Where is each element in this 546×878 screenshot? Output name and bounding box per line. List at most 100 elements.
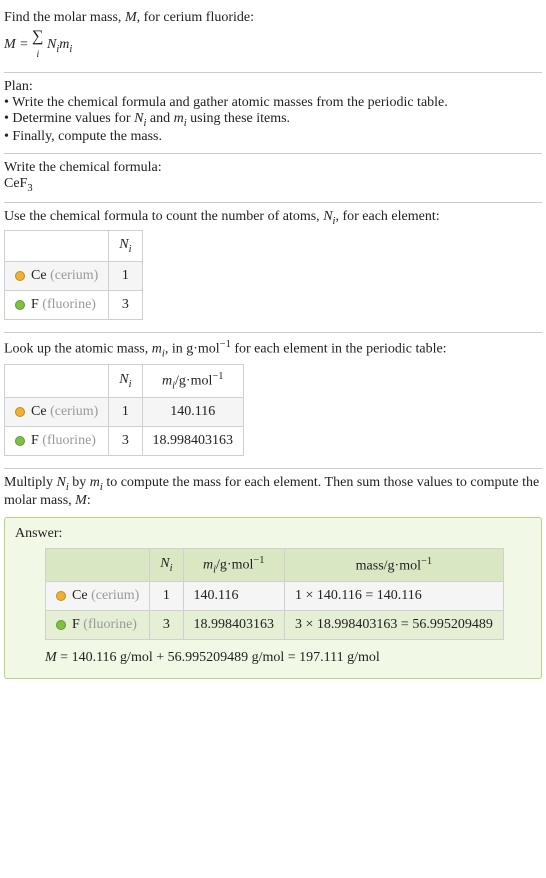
header-blank bbox=[46, 548, 150, 581]
header-N-text: N bbox=[119, 372, 128, 387]
n-value: 3 bbox=[109, 291, 142, 320]
header-m-unit-sup: −1 bbox=[212, 371, 223, 382]
count-title-suffix: , for each element: bbox=[335, 209, 439, 224]
mass-value: 1 × 140.116 = 140.116 bbox=[285, 582, 504, 611]
table-header-row: Ni mi/g·mol−1 bbox=[5, 364, 244, 397]
multiply-M: M bbox=[75, 493, 87, 508]
answer-title: Answer: bbox=[15, 526, 531, 542]
element-swatch-ce bbox=[15, 271, 25, 281]
plan-var-m: m bbox=[174, 111, 184, 126]
m-value: 18.998403163 bbox=[183, 611, 285, 640]
table-row: F (fluorine) 3 bbox=[5, 291, 143, 320]
molar-result: M = 140.116 g/mol + 56.995209489 g/mol =… bbox=[45, 650, 531, 666]
write-title: Write the chemical formula: bbox=[4, 160, 542, 176]
element-label: (cerium) bbox=[91, 588, 139, 603]
n-value: 1 bbox=[109, 398, 142, 427]
multiply-by: by bbox=[69, 475, 90, 490]
plan-item-0-text: Write the chemical formula and gather at… bbox=[12, 95, 448, 110]
header-m-unit: /g·mol bbox=[216, 558, 253, 573]
lookup-title-mid: , in g·mol bbox=[165, 342, 220, 357]
header-m: mi/g·mol−1 bbox=[183, 548, 285, 581]
table-row: F (fluorine) 3 18.998403163 bbox=[5, 427, 244, 456]
formula-m-sub: i bbox=[69, 44, 72, 55]
element-symbol: F bbox=[31, 297, 39, 312]
write-section: Write the chemical formula: CeF3 bbox=[4, 154, 542, 203]
element-cell: F (fluorine) bbox=[5, 291, 109, 320]
table-row: Ce (cerium) 1 140.116 1 × 140.116 = 140.… bbox=[46, 582, 504, 611]
element-swatch-ce bbox=[15, 407, 25, 417]
answer-table: Ni mi/g·mol−1 mass/g·mol−1 Ce (cerium) 1… bbox=[45, 548, 504, 640]
plan-section: Plan: • Write the chemical formula and g… bbox=[4, 73, 542, 154]
lookup-title-sup: −1 bbox=[220, 339, 231, 350]
sum-sub: i bbox=[36, 49, 39, 60]
header-m: mi/g·mol−1 bbox=[142, 364, 244, 397]
element-label: (cerium) bbox=[50, 404, 98, 419]
element-cell: F (fluorine) bbox=[5, 427, 109, 456]
multiply-section: Multiply Ni by mi to compute the mass fo… bbox=[4, 469, 542, 679]
lookup-title-suffix: for each element in the periodic table: bbox=[231, 342, 447, 357]
header-mass: mass/g·mol−1 bbox=[285, 548, 504, 581]
header-m-unit-sup: −1 bbox=[253, 555, 264, 566]
formula-N: N bbox=[47, 37, 56, 52]
intro-formula: M = ∑ i Nimi bbox=[4, 28, 542, 62]
element-swatch-f bbox=[15, 436, 25, 446]
answer-inner: Ni mi/g·mol−1 mass/g·mol−1 Ce (cerium) 1… bbox=[15, 548, 531, 666]
lookup-table: Ni mi/g·mol−1 Ce (cerium) 1 140.116 F (f… bbox=[4, 364, 244, 456]
m-value: 140.116 bbox=[142, 398, 244, 427]
lookup-title-var: m bbox=[152, 342, 162, 357]
header-m-text: m bbox=[162, 373, 172, 388]
n-value: 1 bbox=[109, 262, 142, 291]
header-N: Ni bbox=[109, 231, 142, 262]
element-cell: Ce (cerium) bbox=[5, 398, 109, 427]
result-text: = 140.116 g/mol + 56.995209489 g/mol = 1… bbox=[57, 650, 380, 665]
intro-text-suffix: , for cerium fluoride: bbox=[137, 10, 254, 25]
multiply-end: : bbox=[87, 493, 91, 508]
multiply-N: N bbox=[57, 475, 66, 490]
n-value: 3 bbox=[150, 611, 183, 640]
element-symbol: Ce bbox=[31, 268, 47, 283]
header-blank bbox=[5, 231, 109, 262]
plan-item-0: • Write the chemical formula and gather … bbox=[4, 95, 542, 111]
element-cell: F (fluorine) bbox=[46, 611, 150, 640]
count-section: Use the chemical formula to count the nu… bbox=[4, 203, 542, 334]
header-mass-text: mass/g·mol bbox=[356, 558, 421, 573]
sum-symbol: ∑ bbox=[32, 28, 43, 45]
lookup-title: Look up the atomic mass, mi, in g·mol−1 … bbox=[4, 339, 542, 359]
header-N-sub: i bbox=[129, 244, 132, 255]
element-label: (fluorine) bbox=[42, 297, 96, 312]
header-m-text: m bbox=[203, 558, 213, 573]
plan-item-1-mid: and bbox=[146, 111, 173, 126]
mass-value: 3 × 18.998403163 = 56.995209489 bbox=[285, 611, 504, 640]
element-symbol: F bbox=[31, 433, 39, 448]
table-row: F (fluorine) 3 18.998403163 3 × 18.99840… bbox=[46, 611, 504, 640]
multiply-m: m bbox=[90, 475, 100, 490]
answer-box: Answer: Ni mi/g·mol−1 mass/g·mol−1 Ce (c… bbox=[4, 517, 542, 679]
table-row: Ce (cerium) 1 140.116 bbox=[5, 398, 244, 427]
table-header-row: Ni bbox=[5, 231, 143, 262]
element-swatch-ce bbox=[56, 591, 66, 601]
header-N: Ni bbox=[150, 548, 183, 581]
plan-item-1: • Determine values for Ni and mi using t… bbox=[4, 111, 542, 129]
plan-item-1-prefix: Determine values for bbox=[12, 111, 134, 126]
header-m-unit: /g·mol bbox=[175, 373, 212, 388]
count-title-var: N bbox=[323, 209, 332, 224]
count-table: Ni Ce (cerium) 1 F (fluorine) 3 bbox=[4, 230, 143, 320]
intro-text-prefix: Find the molar mass, bbox=[4, 10, 125, 25]
header-mass-sup: −1 bbox=[421, 556, 432, 567]
element-symbol: Ce bbox=[72, 588, 88, 603]
plan-title: Plan: bbox=[4, 79, 542, 95]
plan-item-1-suffix: using these items. bbox=[187, 111, 290, 126]
count-title: Use the chemical formula to count the nu… bbox=[4, 209, 542, 227]
result-M: M bbox=[45, 650, 57, 665]
n-value: 1 bbox=[150, 582, 183, 611]
table-header-row: Ni mi/g·mol−1 mass/g·mol−1 bbox=[46, 548, 504, 581]
element-symbol: F bbox=[72, 617, 80, 632]
intro-line: Find the molar mass, M, for cerium fluor… bbox=[4, 10, 542, 26]
element-cell: Ce (cerium) bbox=[46, 582, 150, 611]
n-value: 3 bbox=[109, 427, 142, 456]
multiply-text: Multiply Ni by mi to compute the mass fo… bbox=[4, 475, 542, 509]
intro-section: Find the molar mass, M, for cerium fluor… bbox=[4, 4, 542, 73]
header-N: Ni bbox=[109, 364, 142, 397]
intro-var-M: M bbox=[125, 10, 137, 25]
formula-M-eq: M = bbox=[4, 37, 32, 52]
